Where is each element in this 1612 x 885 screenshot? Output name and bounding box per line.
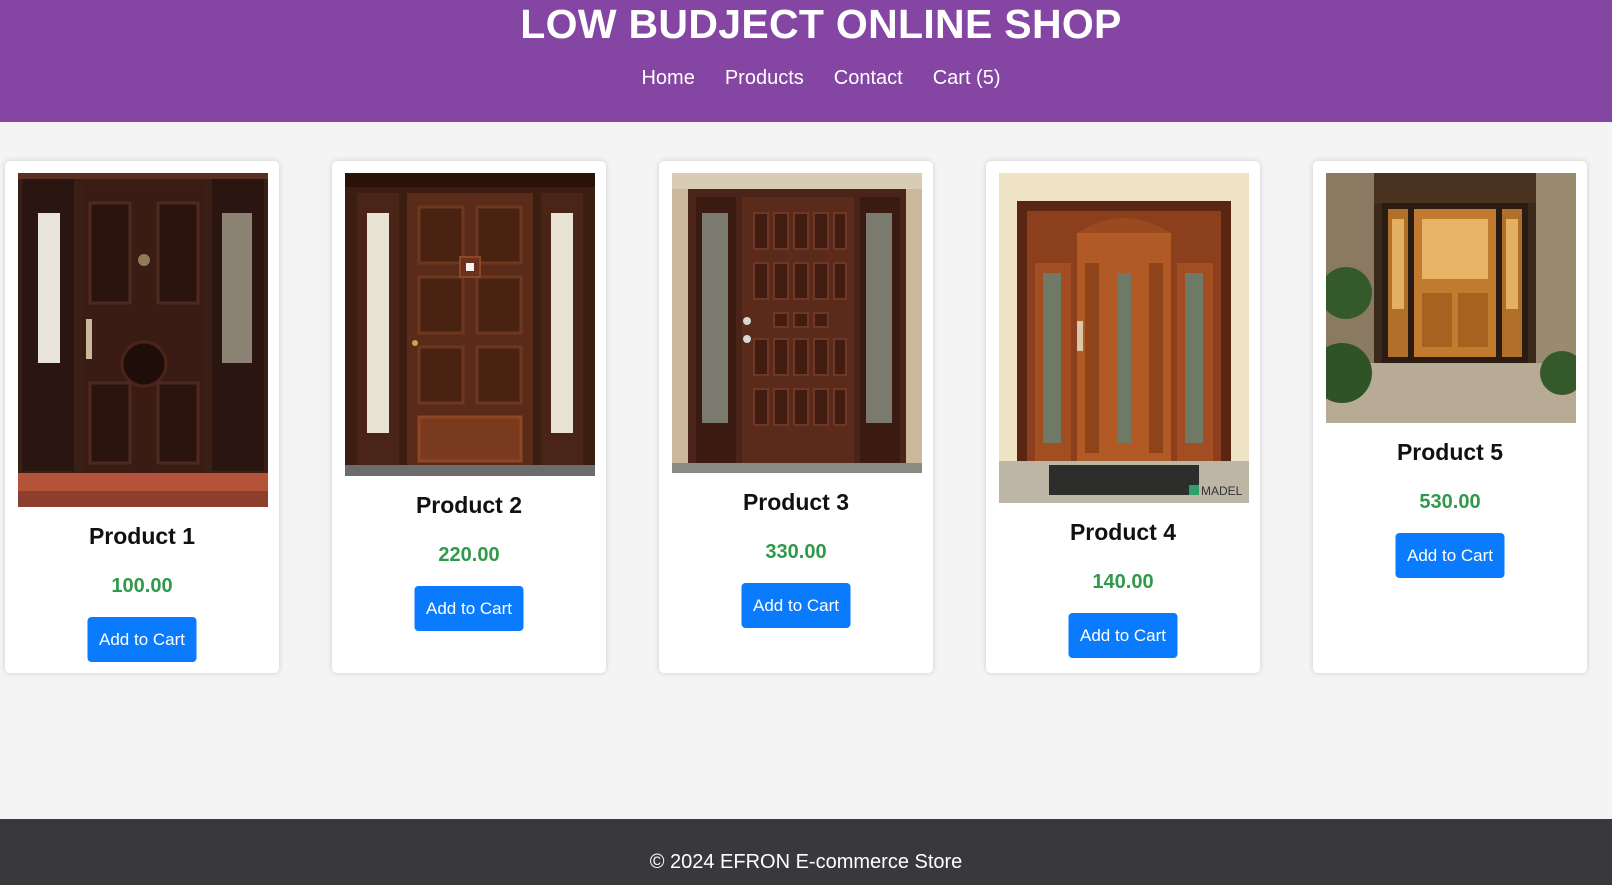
product-image-4[interactable]: MADEL — [999, 173, 1249, 503]
product-price: 330.00 — [765, 541, 827, 563]
product-name: Product 4 — [1069, 519, 1177, 545]
madel-watermark: MADEL — [1201, 484, 1243, 498]
add-to-cart-button[interactable]: Add to Cart — [87, 617, 197, 662]
product-price: 220.00 — [438, 544, 500, 566]
product-image-2[interactable] — [345, 173, 595, 476]
product-card-2: Product 2 220.00 Add to Cart — [332, 161, 606, 673]
product-card-4: MADEL Product 4 140.00 Add to Cart — [986, 161, 1260, 673]
product-name: Product 5 — [1396, 439, 1504, 465]
product-image-1[interactable] — [18, 173, 268, 507]
product-price: 140.00 — [1092, 571, 1154, 593]
main-nav: Home Products Contact Cart (5) — [0, 64, 1612, 92]
door-image — [18, 173, 268, 507]
add-to-cart-button[interactable]: Add to Cart — [414, 586, 524, 631]
nav-contact-link[interactable]: Contact — [834, 64, 903, 92]
door-image — [345, 173, 595, 476]
product-price: 530.00 — [1419, 491, 1481, 513]
add-to-cart-button[interactable]: Add to Cart — [741, 583, 851, 628]
product-card-3: Product 3 330.00 Add to Cart — [659, 161, 933, 673]
product-name: Product 1 — [88, 523, 196, 549]
product-image-3[interactable] — [672, 173, 922, 473]
site-title: LOW BUDJECT ONLINE SHOP — [520, 1, 1122, 47]
add-to-cart-button[interactable]: Add to Cart — [1068, 613, 1178, 658]
product-name: Product 2 — [415, 492, 523, 518]
nav-home-link[interactable]: Home — [641, 64, 694, 92]
door-image — [672, 173, 922, 473]
door-image: MADEL — [999, 173, 1249, 503]
site-header: LOW BUDJECT ONLINE SHOP Home Products Co… — [0, 0, 1612, 122]
product-image-5[interactable] — [1326, 173, 1576, 423]
nav-products-link[interactable]: Products — [725, 64, 804, 92]
product-card-5: Product 5 530.00 Add to Cart — [1313, 161, 1587, 673]
product-price: 100.00 — [111, 575, 173, 597]
nav-cart-link[interactable]: Cart (5) — [933, 64, 1001, 92]
product-name: Product 3 — [742, 489, 850, 515]
door-image — [1326, 173, 1576, 423]
footer-copyright: © 2024 EFRON E-commerce Store — [649, 851, 963, 873]
site-footer: © 2024 EFRON E-commerce Store — [0, 819, 1612, 885]
product-card-1: Product 1 100.00 Add to Cart — [5, 161, 279, 673]
add-to-cart-button[interactable]: Add to Cart — [1395, 533, 1505, 578]
